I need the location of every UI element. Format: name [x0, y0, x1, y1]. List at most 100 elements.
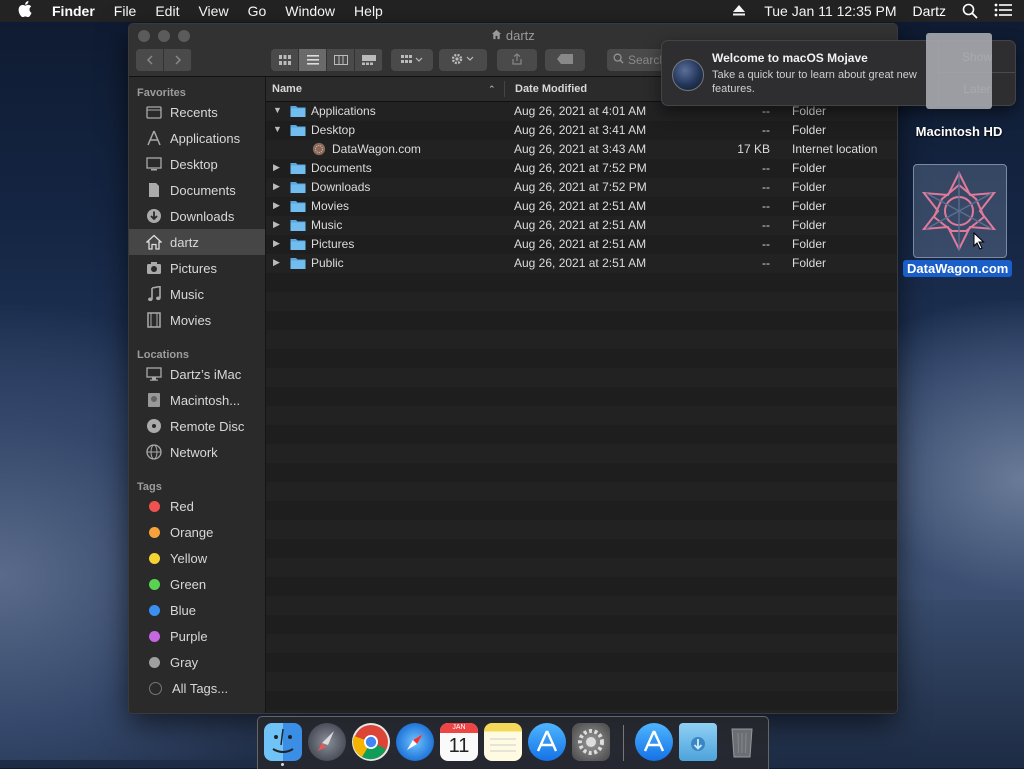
calendar-icon[interactable]: JAN 11 [440, 723, 478, 761]
forward-button[interactable] [164, 49, 192, 71]
sidebar-item-movies[interactable]: Movies [129, 307, 265, 333]
notes-icon[interactable] [484, 723, 522, 761]
file-name: Pictures [311, 237, 355, 251]
file-row[interactable]: ▶ Public Aug 26, 2021 at 2:51 AM -- Folder [266, 254, 897, 273]
menubar-user[interactable]: Dartz [913, 3, 946, 19]
finder-icon[interactable] [264, 723, 302, 761]
macintosh-hd-label[interactable]: Macintosh HD [906, 124, 1012, 139]
action-gear-button[interactable] [439, 49, 487, 71]
datawagon-webloc-label[interactable]: DataWagon.com [903, 260, 1013, 277]
file-date-modified: Aug 26, 2021 at 2:51 AM [514, 237, 647, 251]
disclosure-triangle-icon[interactable]: ▶ [273, 238, 283, 249]
safari-icon[interactable] [396, 723, 434, 761]
sidebar-tag-purple[interactable]: Purple [129, 623, 265, 649]
back-button[interactable] [136, 49, 164, 71]
sidebar-item-desktop[interactable]: Desktop [129, 151, 265, 177]
file-row[interactable]: ▶ Downloads Aug 26, 2021 at 7:52 PM -- Folde… [266, 178, 897, 197]
notification-center-icon[interactable] [994, 3, 1012, 19]
folder-icon [290, 199, 306, 213]
file-date-modified: Aug 26, 2021 at 7:52 PM [514, 161, 647, 175]
file-date-modified: Aug 26, 2021 at 2:51 AM [514, 256, 647, 270]
sidebar-tag-orange[interactable]: Orange [129, 519, 265, 545]
chrome-icon[interactable] [352, 723, 390, 761]
sidebar-all-tags[interactable]: All Tags... [129, 675, 265, 701]
downloads-stack-icon[interactable] [679, 723, 717, 761]
share-icon [511, 52, 523, 68]
eject-icon[interactable] [732, 3, 748, 19]
sidebar-item-imac[interactable]: Dartz’s iMac [129, 361, 265, 387]
gallery-view-button[interactable] [355, 49, 383, 71]
remote-disc-icon [145, 417, 163, 435]
sidebar-item-pictures[interactable]: Pictures [129, 255, 265, 281]
disclosure-triangle-icon[interactable]: ▶ [273, 219, 283, 230]
disclosure-triangle-icon[interactable]: ▶ [273, 162, 283, 173]
sidebar-tag-yellow[interactable]: Yellow [129, 545, 265, 571]
menu-edit[interactable]: Edit [155, 3, 179, 19]
menu-finder[interactable]: Finder [52, 3, 95, 19]
share-button[interactable] [497, 49, 537, 71]
sidebar-tag-gray[interactable]: Gray [129, 649, 265, 675]
menu-help[interactable]: Help [354, 3, 383, 19]
system-preferences-icon[interactable] [572, 723, 610, 761]
sidebar-tag-green[interactable]: Green [129, 571, 265, 597]
icon-view-button[interactable] [271, 49, 299, 71]
file-row[interactable]: ▶ Movies Aug 26, 2021 at 2:51 AM -- Folder [266, 197, 897, 216]
macintosh-hd-icon[interactable] [926, 33, 992, 109]
file-row[interactable]: ▶ Music Aug 26, 2021 at 2:51 AM -- Folder [266, 216, 897, 235]
disclosure-triangle-icon[interactable]: ▶ [273, 257, 283, 268]
sidebar-item-recents[interactable]: Recents [129, 99, 265, 125]
menu-window[interactable]: Window [285, 3, 335, 19]
applications-icon [145, 129, 163, 147]
recents-clock-icon [145, 103, 163, 121]
macos-mojave-icon [672, 59, 704, 91]
column-header-date-modified[interactable]: Date Modified [515, 83, 587, 95]
menu-view[interactable]: View [198, 3, 228, 19]
spotlight-search-icon[interactable] [962, 3, 978, 19]
sidebar-item-downloads[interactable]: Downloads [129, 203, 265, 229]
tag-purple-dot-icon [149, 630, 160, 642]
file-name: Applications [311, 104, 376, 118]
trash-icon[interactable] [723, 723, 761, 761]
group-by-button[interactable] [391, 49, 433, 71]
desktop-icon [145, 155, 163, 173]
sidebar-item-applications[interactable]: Applications [129, 125, 265, 151]
file-row[interactable]: DataWagon.com Aug 26, 2021 at 3:43 AM 17 K… [266, 140, 897, 159]
file-row[interactable]: ▶ Pictures Aug 26, 2021 at 2:51 AM -- Folder [266, 235, 897, 254]
list-view-button[interactable] [299, 49, 327, 71]
sidebar: Favorites Recents Applications Desktop D… [129, 77, 266, 713]
menu-go[interactable]: Go [248, 3, 267, 19]
disclosure-triangle-icon[interactable]: ▶ [273, 200, 283, 211]
search-field[interactable]: Search [607, 49, 667, 71]
file-name: Documents [311, 161, 372, 175]
menu-file[interactable]: File [114, 3, 137, 19]
disclosure-triangle-icon[interactable]: ▶ [273, 181, 283, 192]
applications-stack-icon[interactable] [635, 723, 673, 761]
sidebar-item-macintosh-hd[interactable]: Macintosh... [129, 387, 265, 413]
sidebar-item-music[interactable]: Music [129, 281, 265, 307]
disclosure-triangle-icon[interactable]: ▼ [273, 105, 283, 115]
pictures-camera-icon [145, 259, 163, 277]
column-view-button[interactable] [327, 49, 355, 71]
sidebar-tag-blue[interactable]: Blue [129, 597, 265, 623]
apple-menu-icon[interactable] [18, 0, 36, 22]
sidebar-item-remote-disc[interactable]: Remote Disc [129, 413, 265, 439]
menubar-clock[interactable]: Tue Jan 11 12:35 PM [764, 3, 896, 19]
sidebar-tag-red[interactable]: Red [129, 493, 265, 519]
file-row[interactable]: ▼ Desktop Aug 26, 2021 at 3:41 AM -- Folder [266, 121, 897, 140]
file-kind: Folder [792, 104, 827, 118]
column-divider[interactable] [504, 81, 505, 97]
disclosure-triangle-icon[interactable]: ▼ [273, 124, 283, 134]
edit-tags-button[interactable] [545, 49, 585, 71]
column-header-name[interactable]: Name [272, 83, 302, 95]
sidebar-item-network[interactable]: Network [129, 439, 265, 465]
downloads-icon [145, 207, 163, 225]
sidebar-item-dartz[interactable]: dartz [129, 229, 265, 255]
folder-icon [290, 237, 306, 251]
app-store-icon[interactable] [528, 723, 566, 761]
sidebar-item-documents[interactable]: Documents [129, 177, 265, 203]
notification-title: Welcome to macOS Mojave [712, 51, 868, 65]
launchpad-icon[interactable] [308, 723, 346, 761]
file-row[interactable]: ▶ Documents Aug 26, 2021 at 7:52 PM -- Folde… [266, 159, 897, 178]
datawagon-webloc-icon[interactable] [913, 164, 1007, 258]
dock: JAN 11 [257, 716, 769, 769]
